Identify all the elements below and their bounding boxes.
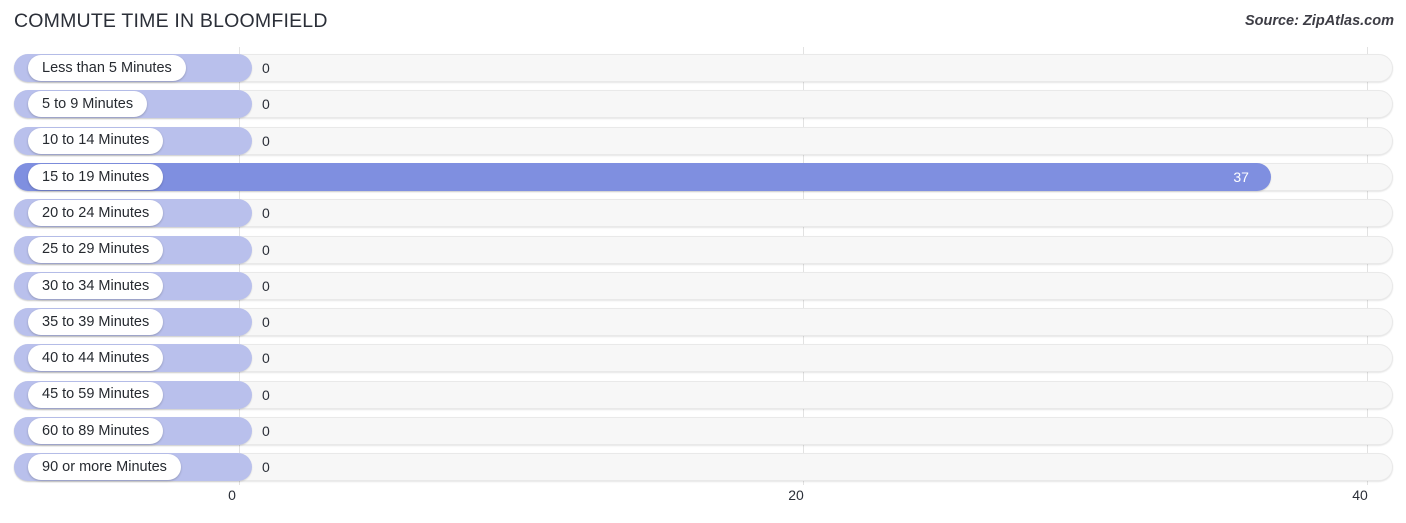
bar-value-label: 0 (262, 423, 270, 439)
bar-value-label: 0 (262, 96, 270, 113)
x-axis-tick-0: 0 (228, 487, 236, 503)
page-title: COMMUTE TIME IN BLOOMFIELD (14, 10, 328, 32)
source-attribution: Source: ZipAtlas.com (1244, 13, 1394, 29)
chart-row[interactable]: 45 to 59 Minutes 0 (14, 380, 1393, 409)
chart-header: COMMUTE TIME IN BLOOMFIELD Source: ZipAt… (0, 0, 1406, 46)
category-label-capsule: 25 to 29 Minutes (28, 236, 164, 263)
category-label: 20 to 24 Minutes (42, 204, 150, 221)
category-label-capsule: Less than 5 Minutes (28, 55, 186, 81)
category-label-capsule: 60 to 89 Minutes (28, 418, 164, 444)
bar-value-label: 0 (262, 314, 270, 331)
chart-row[interactable]: 30 to 34 Minutes 0 (14, 271, 1393, 300)
category-label-capsule: 40 to 44 Minutes (28, 345, 164, 372)
bar-value-label: 0 (262, 241, 270, 258)
category-label: Less than 5 Minutes (42, 59, 172, 76)
chart-plot-area: Less than 5 Minutes 0 5 to 9 Minutes 0 10 to… (0, 47, 1406, 485)
category-label: 60 to 89 Minutes (42, 422, 150, 439)
chart-row[interactable]: 25 to 29 Minutes 0 (14, 235, 1393, 264)
chart-row[interactable]: 90 or more Minutes 0 (14, 453, 1393, 482)
chart-row[interactable]: 35 to 39 Minutes 0 (14, 308, 1393, 337)
bar-value-label: 0 (262, 205, 270, 222)
chart-row[interactable]: 60 to 89 Minutes 0 (14, 417, 1393, 445)
category-label-capsule: 15 to 19 Minutes (28, 163, 164, 190)
chart-bar-rows: Less than 5 Minutes 0 5 to 9 Minutes 0 10 to… (0, 47, 1406, 485)
category-label: 35 to 39 Minutes (42, 313, 150, 330)
bar-value-label: 0 (262, 277, 270, 294)
category-label: 40 to 44 Minutes (42, 350, 150, 367)
chart-row[interactable]: 15 to 19 Minutes 37 (14, 162, 1393, 191)
bar-value-label: 0 (262, 459, 270, 476)
chart-row[interactable]: 10 to 14 Minutes 0 (14, 126, 1393, 155)
chart-row[interactable]: Less than 5 Minutes 0 (14, 54, 1393, 82)
category-label-capsule: 10 to 14 Minutes (28, 127, 164, 154)
bar-value-label: 0 (262, 386, 270, 403)
chart-row[interactable]: 5 to 9 Minutes 0 (14, 90, 1393, 119)
category-label-capsule: 30 to 34 Minutes (28, 272, 164, 299)
category-label: 25 to 29 Minutes (42, 241, 150, 258)
category-label: 90 or more Minutes (42, 459, 167, 476)
bar-value-label: 0 (262, 132, 270, 149)
category-label-capsule: 35 to 39 Minutes (28, 309, 164, 336)
category-label-capsule: 90 or more Minutes (28, 454, 181, 481)
category-label: 5 to 9 Minutes (42, 96, 134, 113)
bar-value-label: 0 (262, 60, 270, 76)
category-label: 30 to 34 Minutes (42, 277, 150, 294)
bar-value-label: 0 (262, 350, 270, 367)
bar-fill[interactable] (14, 162, 1272, 191)
bar-value-label: 37 (1233, 168, 1249, 185)
x-axis-tick-40: 40 (1352, 487, 1368, 503)
category-label-capsule: 20 to 24 Minutes (28, 200, 164, 227)
category-label-capsule: 45 to 59 Minutes (28, 381, 164, 408)
category-label: 45 to 59 Minutes (42, 386, 150, 403)
category-label: 15 to 19 Minutes (42, 168, 150, 185)
category-label-capsule: 5 to 9 Minutes (28, 91, 148, 118)
chart-row[interactable]: 20 to 24 Minutes 0 (14, 199, 1393, 228)
category-label: 10 to 14 Minutes (42, 132, 150, 149)
chart-row[interactable]: 40 to 44 Minutes 0 (14, 344, 1393, 373)
x-axis: 0 20 40 (0, 487, 1406, 517)
x-axis-tick-20: 20 (788, 487, 804, 503)
